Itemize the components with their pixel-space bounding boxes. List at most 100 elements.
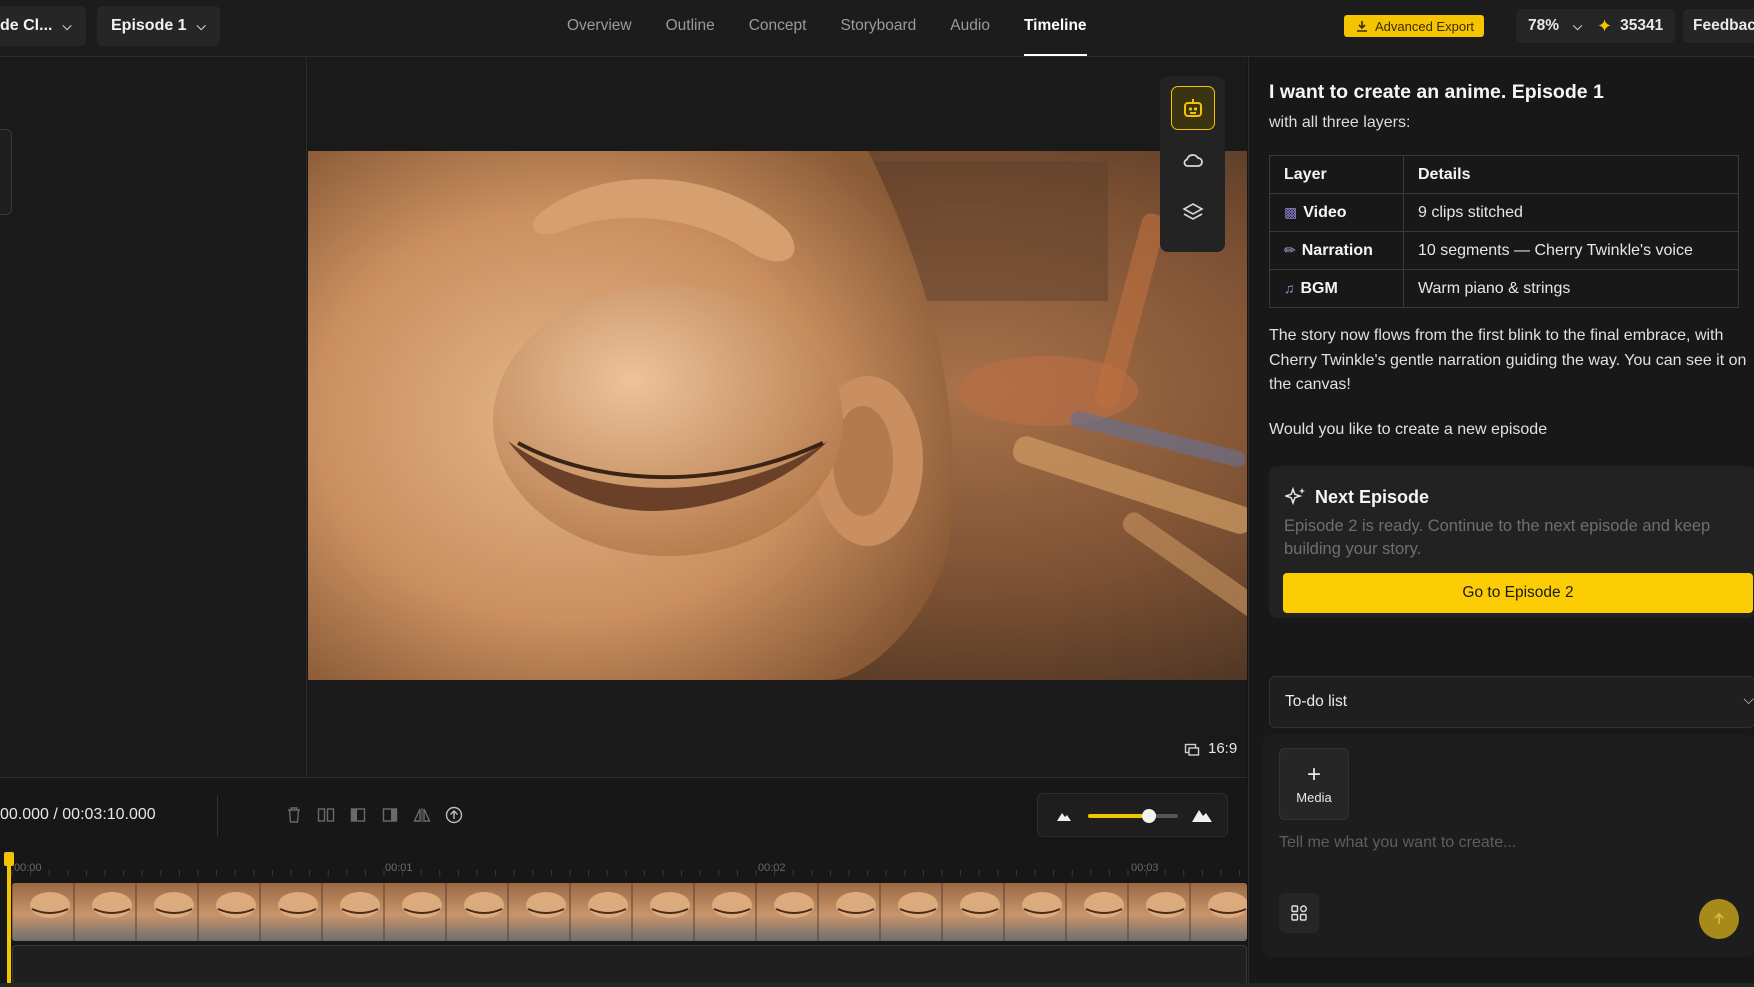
table-row: ♫ BGM Warm piano & strings: [1269, 269, 1739, 308]
tab-overview[interactable]: Overview: [550, 0, 649, 57]
video-frame-image: [308, 151, 1247, 680]
tab-concept[interactable]: Concept: [732, 0, 824, 57]
export-label: Advanced Export: [1375, 18, 1475, 34]
next-episode-heading: Next Episode: [1285, 486, 1429, 508]
todo-list-dropdown[interactable]: To-do list ⌵: [1269, 676, 1754, 728]
clip-thumbnail: [569, 883, 632, 941]
credits-badge[interactable]: ✦ 35341: [1585, 9, 1676, 43]
cloud-button[interactable]: [1171, 138, 1215, 182]
layer-name: Narration: [1301, 241, 1373, 259]
clip-thumbnail: [879, 883, 942, 941]
layer-name: BGM: [1300, 279, 1338, 297]
clip-thumbnail: [631, 883, 694, 941]
clip-thumbnail: [383, 883, 446, 941]
clip-thumbnail: [321, 883, 384, 941]
tab-timeline[interactable]: Timeline: [1007, 0, 1104, 57]
episode-dropdown[interactable]: Episode 1 ⌵: [97, 6, 220, 46]
clip-thumbnail: [1189, 883, 1247, 941]
tab-outline[interactable]: Outline: [649, 0, 732, 57]
ruler-label-0: 00:00: [14, 862, 42, 874]
chat-message-title: I want to create an anime. Episode 1: [1269, 81, 1604, 103]
zoom-dropdown[interactable]: 78% ⌵: [1516, 9, 1595, 43]
zoom-out-mountain-icon[interactable]: [1057, 810, 1071, 822]
download-icon: [1357, 20, 1367, 32]
clip-thumbnail: [259, 883, 322, 941]
layer-name: Video: [1303, 203, 1347, 221]
timeline-ruler: 00:00 00:01 00:02 00:03: [0, 858, 1247, 878]
go-to-episode-button[interactable]: Go to Episode 2: [1283, 573, 1753, 613]
media-label: Media: [1296, 789, 1332, 805]
table-cell-layer: ✏ Narration: [1269, 231, 1404, 270]
table-row: ✏ Narration 10 segments — Cherry Twinkle'…: [1269, 231, 1739, 270]
zoom-slider-fill: [1088, 814, 1150, 818]
todo-list-label: To-do list: [1285, 693, 1348, 710]
upload-icon: [445, 806, 463, 824]
ruler-label-3: 00:03: [1131, 862, 1159, 874]
feedback-button[interactable]: Feedback: [1683, 9, 1754, 43]
preview-tool-rail: [1160, 76, 1225, 252]
table-row: ▩ Video 9 clips stitched: [1269, 193, 1739, 232]
clip-thumbnail: [445, 883, 508, 941]
zoom-in-mountain-icon[interactable]: [1192, 806, 1212, 823]
send-button[interactable]: [1699, 899, 1739, 939]
zoom-slider[interactable]: [1088, 809, 1178, 823]
robot-icon: [1184, 99, 1202, 117]
video-frame[interactable]: [308, 151, 1247, 680]
table-cell-details: 10 segments — Cherry Twinkle's voice: [1403, 231, 1739, 270]
tab-storyboard[interactable]: Storyboard: [823, 0, 933, 57]
chat-panel: I want to create an anime. Episode 1 wit…: [1248, 57, 1754, 987]
table-cell-layer: ♫ BGM: [1269, 269, 1404, 308]
aspect-ratio-selector[interactable]: 16:9: [1184, 740, 1237, 757]
ai-agent-button[interactable]: [1171, 86, 1215, 130]
arrow-up-icon: [1714, 912, 1724, 924]
clip-thumbnail: [1127, 883, 1190, 941]
chevron-down-icon: ⌵: [196, 18, 206, 33]
apps-icon: [1291, 905, 1307, 921]
layers-button[interactable]: [1171, 190, 1215, 234]
split-button[interactable]: [317, 806, 335, 824]
table-header-row: Layer Details: [1269, 155, 1739, 194]
project-dropdown[interactable]: de Cl... ⌵: [0, 6, 86, 46]
delete-button[interactable]: [285, 806, 303, 824]
chat-composer: + Media: [1263, 735, 1754, 957]
split-icon: [317, 808, 335, 822]
ruler-label-1: 00:01: [385, 862, 413, 874]
prompt-input[interactable]: [1279, 834, 1679, 852]
microphone-icon: ✏: [1284, 241, 1296, 258]
video-clip-track[interactable]: [12, 883, 1247, 941]
playhead[interactable]: [7, 853, 11, 987]
upload-button[interactable]: [445, 806, 463, 824]
clip-thumbnail: [12, 883, 74, 941]
zoom-slider-knob[interactable]: [1142, 809, 1157, 823]
cloud-icon: [1183, 154, 1203, 167]
tools-button[interactable]: [1279, 893, 1319, 933]
trim-right-button[interactable]: [381, 806, 399, 824]
clip-thumbnails: [12, 883, 1247, 941]
next-episode-card: Next Episode Episode 2 is ready. Continu…: [1269, 466, 1754, 618]
trash-icon: [288, 807, 300, 823]
clip-thumbnail: [941, 883, 1004, 941]
chevron-down-icon: ⌵: [62, 18, 72, 33]
credits-count: 35341: [1620, 17, 1664, 34]
add-media-button[interactable]: + Media: [1279, 748, 1349, 820]
panel-collapse-handle[interactable]: [0, 129, 12, 215]
layers-icon: [1182, 203, 1204, 220]
chevron-down-icon: ⌵: [1573, 18, 1583, 33]
chat-message-question: Would you like to create a new episode: [1269, 421, 1548, 438]
flip-button[interactable]: [413, 806, 431, 824]
table-cell-details: Warm piano & strings: [1403, 269, 1739, 308]
tab-audio[interactable]: Audio: [933, 0, 1007, 57]
ruler-label-2: 00:02: [758, 862, 786, 874]
trim-left-button[interactable]: [349, 806, 367, 824]
clip-thumbnail: [693, 883, 756, 941]
timeline-panel: 00.000 / 00:03:10.000 00:00 00:01 00:02 …: [0, 777, 1247, 987]
layers-table: Layer Details ▩ Video 9 clips stitched ✏ N…: [1269, 155, 1739, 308]
sparkles-icon: [1285, 486, 1305, 506]
table-header: Layer: [1269, 155, 1404, 194]
advanced-export-button[interactable]: Advanced Export: [1344, 15, 1485, 37]
sparkle-icon: ✦: [1597, 15, 1613, 36]
flip-icon: [413, 808, 431, 822]
trim-left-icon: [350, 808, 366, 822]
audio-track[interactable]: [12, 945, 1247, 985]
ruler-ticks: [11, 870, 1241, 876]
